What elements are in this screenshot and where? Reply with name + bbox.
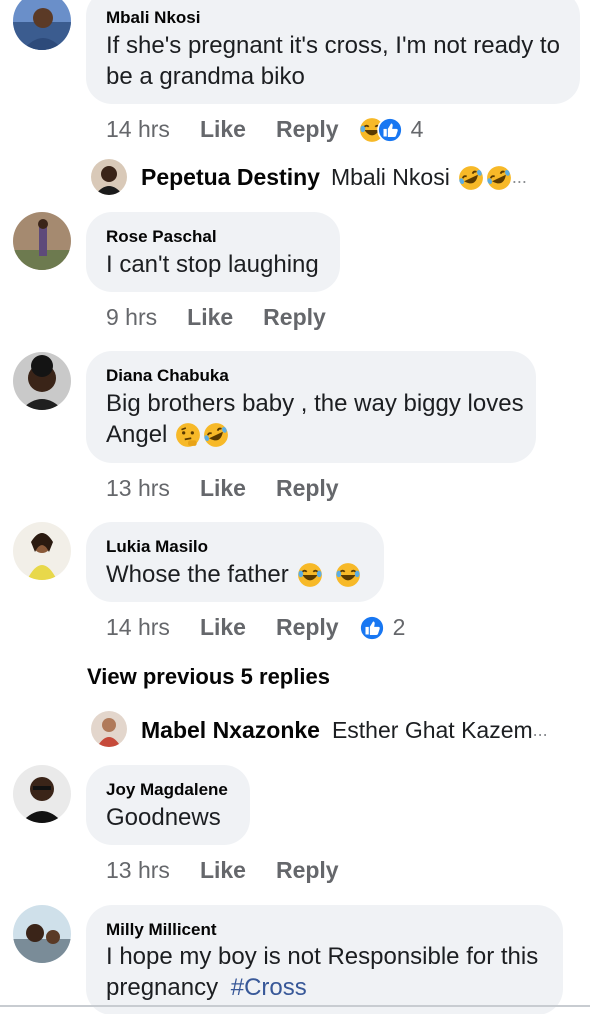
reply-button[interactable]: Reply xyxy=(276,475,339,502)
comment-bubble: Milly Millicent I hope my boy is not Res… xyxy=(86,905,563,1014)
comment-text: Big brothers baby , the way biggy loves xyxy=(106,390,524,417)
divider xyxy=(0,1005,590,1007)
comment-meta: 13 hrs Like Reply xyxy=(106,475,339,502)
comment-time: 9 hrs xyxy=(106,304,158,330)
reply-ellipsis: ... xyxy=(532,720,548,740)
comment-text-line2: Angel xyxy=(106,419,230,450)
comment-author[interactable]: Rose Paschal xyxy=(106,227,217,247)
comment-author[interactable]: Diana Chabuka xyxy=(106,366,229,386)
comment-author[interactable]: Mbali Nkosi xyxy=(106,8,200,28)
avatar[interactable] xyxy=(13,0,71,50)
like-button[interactable]: Like xyxy=(200,614,246,641)
rofl-icon xyxy=(485,164,512,191)
comment-author[interactable]: Joy Magdalene xyxy=(106,780,228,800)
reply-author[interactable]: Mabel Nxazonke xyxy=(141,717,320,744)
reaction-count: 4 xyxy=(410,116,424,142)
comment-meta: 14 hrs Like Reply 4 xyxy=(106,116,423,143)
comment-text: pregnancy xyxy=(106,974,219,1001)
like-icon xyxy=(358,614,385,641)
reply-text: Esther Ghat Kazem xyxy=(331,717,533,743)
tears-of-joy-icon xyxy=(334,561,361,588)
comment-meta: 14 hrs Like Reply 2 xyxy=(106,614,405,641)
reply-ellipsis: ... xyxy=(511,167,527,187)
comment-bubble: Joy Magdalene Goodnews xyxy=(86,765,250,845)
hashtag-link[interactable]: #Cross xyxy=(231,974,307,1001)
like-button[interactable]: Like xyxy=(187,304,233,331)
like-button[interactable]: Like xyxy=(200,116,246,143)
reply-author[interactable]: Pepetua Destiny xyxy=(141,164,320,191)
avatar[interactable] xyxy=(13,905,71,963)
comment-meta: 13 hrs Like Reply xyxy=(106,857,339,884)
reply-preview[interactable]: Mabel Nxazonke Esther Ghat Kazem ... xyxy=(141,717,548,744)
reply-preview[interactable]: Pepetua Destiny Mbali Nkosi ... xyxy=(141,164,527,191)
reply-button[interactable]: Reply xyxy=(276,614,339,641)
tears-of-joy-icon xyxy=(296,561,323,588)
reply-button[interactable]: Reply xyxy=(276,116,339,143)
reaction-summary[interactable]: 4 xyxy=(358,116,424,143)
reply-button[interactable]: Reply xyxy=(276,857,339,884)
comment-text: I can't stop laughing xyxy=(106,251,319,278)
comment-meta: 9 hrs Like Reply xyxy=(106,304,326,331)
avatar[interactable] xyxy=(13,522,71,580)
avatar[interactable] xyxy=(13,352,71,410)
comment-bubble: Lukia Masilo Whose the father xyxy=(86,522,384,602)
comment-text: Goodnews xyxy=(106,804,221,831)
comment-author[interactable]: Lukia Masilo xyxy=(106,537,208,557)
comment-text: I hope my boy is not Responsible for thi… xyxy=(106,943,539,970)
comment-time: 13 hrs xyxy=(106,857,170,883)
avatar[interactable] xyxy=(13,212,71,270)
reaction-summary[interactable]: 2 xyxy=(358,614,406,641)
comment-time: 13 hrs xyxy=(106,475,170,501)
comment-author[interactable]: Milly Millicent xyxy=(106,920,217,940)
like-button[interactable]: Like xyxy=(200,857,246,884)
comment-bubble: Rose Paschal I can't stop laughing xyxy=(86,212,340,292)
comment-time: 14 hrs xyxy=(106,614,170,640)
avatar[interactable] xyxy=(13,765,71,823)
avatar[interactable] xyxy=(91,159,127,195)
comment-text-line2: pregnancy #Cross xyxy=(106,972,307,1003)
thinking-icon xyxy=(175,421,202,448)
comment-text: If she's pregnant it's cross, I'm not re… xyxy=(106,32,560,59)
comment-text-line1: Whose the father xyxy=(106,559,361,590)
view-previous-replies-link[interactable]: View previous 5 replies xyxy=(87,664,330,690)
comment-text: Whose the father xyxy=(106,561,289,588)
comment-text: be a grandma biko xyxy=(106,63,305,90)
avatar[interactable] xyxy=(91,711,127,747)
reply-text: Mbali Nkosi xyxy=(330,164,450,190)
rofl-icon xyxy=(203,421,230,448)
comment-bubble: Mbali Nkosi If she's pregnant it's cross… xyxy=(86,0,580,104)
like-button[interactable]: Like xyxy=(200,475,246,502)
rofl-icon xyxy=(457,164,484,191)
like-icon xyxy=(376,116,403,143)
comment-bubble: Diana Chabuka Big brothers baby , the wa… xyxy=(86,351,536,463)
comment-time: 14 hrs xyxy=(106,116,170,142)
reaction-count: 2 xyxy=(392,614,406,640)
comment-text: Angel xyxy=(106,421,168,448)
reply-button[interactable]: Reply xyxy=(263,304,326,331)
